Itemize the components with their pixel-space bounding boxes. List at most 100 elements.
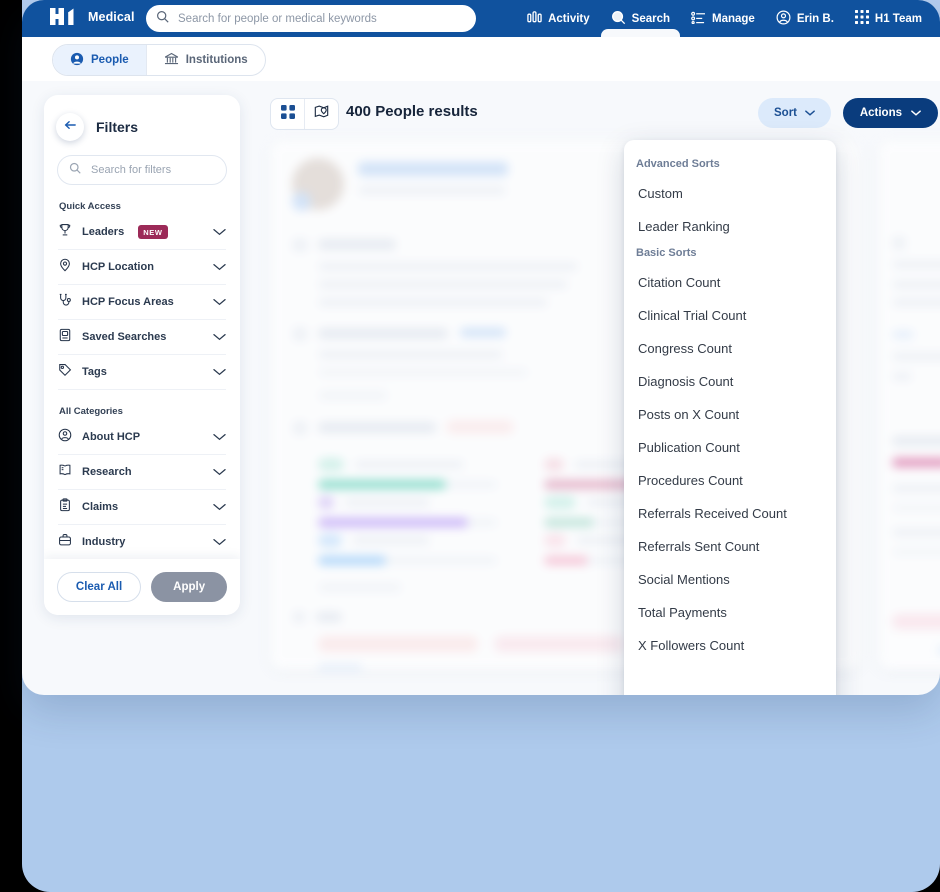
sort-option-social-mentions[interactable]: Social Mentions [624, 563, 836, 596]
h1-logo-icon [50, 8, 80, 25]
sidebar-item-about-hcp[interactable]: About HCP [58, 420, 226, 455]
person-icon [70, 52, 84, 69]
sort-option-diagnosis-count[interactable]: Diagnosis Count [624, 365, 836, 398]
nav-label-activity: Activity [548, 12, 590, 25]
tab-institutions[interactable]: Institutions [145, 45, 265, 75]
apply-button[interactable]: Apply [151, 572, 228, 602]
chevron-down-icon[interactable] [213, 428, 226, 446]
filters-sidebar: Filters Quick Access [44, 95, 240, 615]
sidebar-label-research: Research [82, 466, 132, 478]
sort-option-publication-count[interactable]: Publication Count [624, 431, 836, 464]
tab-row: People Institutions [22, 37, 940, 81]
tab-label-people: People [91, 54, 129, 66]
nav-label-user: Erin B. [796, 12, 834, 25]
sidebar-item-hcp-focus-areas[interactable]: HCP Focus Areas [58, 285, 226, 320]
sidebar-item-tags[interactable]: Tags [58, 355, 226, 390]
chevron-down-icon[interactable] [213, 258, 226, 276]
result-cards-blurred-background [270, 140, 940, 690]
sort-option-citation-count[interactable]: Citation Count [624, 266, 836, 299]
briefcase-icon [58, 533, 72, 552]
filter-search-input[interactable] [89, 163, 213, 177]
map-view-icon [314, 104, 329, 124]
dropdown-section-title-basic: Basic Sorts [636, 247, 697, 259]
open-book-icon [58, 463, 72, 482]
saved-book-icon [58, 328, 72, 347]
brand-name: Medical [88, 9, 135, 24]
arrow-left-icon [64, 118, 77, 136]
sort-option-referrals-received-count[interactable]: Referrals Received Count [624, 497, 836, 530]
chevron-down-icon[interactable] [213, 498, 226, 516]
clear-all-button[interactable]: Clear All [56, 572, 142, 602]
back-button[interactable] [56, 113, 84, 141]
nav-item-manage[interactable]: Manage [691, 0, 755, 37]
search-magnifier-icon [611, 10, 626, 28]
bank-building-icon [164, 52, 179, 69]
chevron-down-icon[interactable] [213, 533, 226, 551]
screenshot-root: Medical Activity [0, 0, 940, 892]
actions-button[interactable]: Actions [842, 98, 938, 128]
sidebar-item-industry[interactable]: Industry [58, 525, 226, 560]
global-search[interactable] [146, 5, 476, 32]
quick-access-title: Quick Access [59, 201, 121, 212]
brand[interactable]: Medical [50, 8, 135, 25]
view-map-button[interactable] [304, 99, 338, 129]
sidebar-label-industry: Industry [82, 536, 126, 548]
sidebar-label-tags: Tags [82, 366, 107, 378]
nav-item-user[interactable]: Erin B. [776, 0, 834, 37]
chevron-down-icon[interactable] [213, 363, 226, 381]
sidebar-label-saved-searches: Saved Searches [82, 331, 167, 343]
sort-option-custom[interactable]: Custom [624, 177, 836, 210]
sort-option-x-followers-count[interactable]: X Followers Count [624, 629, 836, 662]
sort-option-procedures-count[interactable]: Procedures Count [624, 464, 836, 497]
filters-footer: Clear All Apply [44, 559, 240, 615]
user-circle-icon [776, 10, 791, 28]
sidebar-label-claims: Claims [82, 501, 119, 513]
user-circle-icon [58, 428, 72, 447]
chevron-down-icon[interactable] [213, 463, 226, 481]
sort-option-leader-ranking[interactable]: Leader Ranking [624, 210, 836, 243]
location-pin-icon [58, 258, 72, 277]
sort-dropdown-menu: Advanced Sorts Custom Leader Ranking Bas… [624, 140, 836, 695]
result-card [878, 140, 940, 670]
nav-item-team[interactable]: H1 Team [854, 0, 922, 37]
sort-option-clinical-trial-count[interactable]: Clinical Trial Count [624, 299, 836, 332]
view-toggle [270, 98, 339, 130]
sidebar-item-claims[interactable]: Claims [58, 490, 226, 525]
chevron-down-icon [911, 107, 921, 119]
grid-dots-icon [854, 10, 869, 27]
nav-item-search[interactable]: Search [600, 0, 681, 40]
nav-label-search: Search [631, 12, 671, 25]
nav-label-team: H1 Team [874, 12, 922, 25]
sidebar-item-saved-searches[interactable]: Saved Searches [58, 320, 226, 355]
clipboard-icon [58, 497, 72, 517]
sidebar-label-hcp-location: HCP Location [82, 261, 154, 273]
chevron-down-icon[interactable] [213, 293, 226, 311]
sort-option-referrals-sent-count[interactable]: Referrals Sent Count [624, 530, 836, 563]
new-badge: NEW [138, 225, 168, 239]
tab-people[interactable]: People [53, 45, 146, 75]
sidebar-label-about-hcp: About HCP [82, 431, 141, 443]
sort-option-total-payments[interactable]: Total Payments [624, 596, 836, 629]
filters-title: Filters [96, 119, 139, 135]
nav-item-activity[interactable]: Activity [527, 0, 590, 37]
search-icon [156, 10, 169, 28]
sort-button[interactable]: Sort [758, 98, 831, 128]
all-categories-title: All Categories [59, 406, 123, 417]
sidebar-item-hcp-location[interactable]: HCP Location [58, 250, 226, 285]
chevron-down-icon[interactable] [213, 328, 226, 346]
dropdown-section-title-advanced: Advanced Sorts [636, 158, 720, 170]
view-grid-button[interactable] [271, 99, 304, 129]
sidebar-label-hcp-focus-areas: HCP Focus Areas [82, 296, 174, 308]
sort-option-posts-on-x-count[interactable]: Posts on X Count [624, 398, 836, 431]
trophy-icon [58, 223, 72, 242]
sidebar-item-leaders[interactable]: Leaders NEW [58, 215, 226, 250]
sidebar-item-research[interactable]: Research [58, 455, 226, 490]
filter-search[interactable] [57, 155, 227, 185]
search-input[interactable] [176, 11, 466, 26]
tag-icon [58, 363, 72, 382]
chevron-down-icon [805, 107, 815, 119]
sort-option-congress-count[interactable]: Congress Count [624, 332, 836, 365]
actions-label: Actions [859, 107, 902, 119]
list-settings-icon [691, 11, 706, 27]
chevron-down-icon[interactable] [213, 223, 226, 241]
